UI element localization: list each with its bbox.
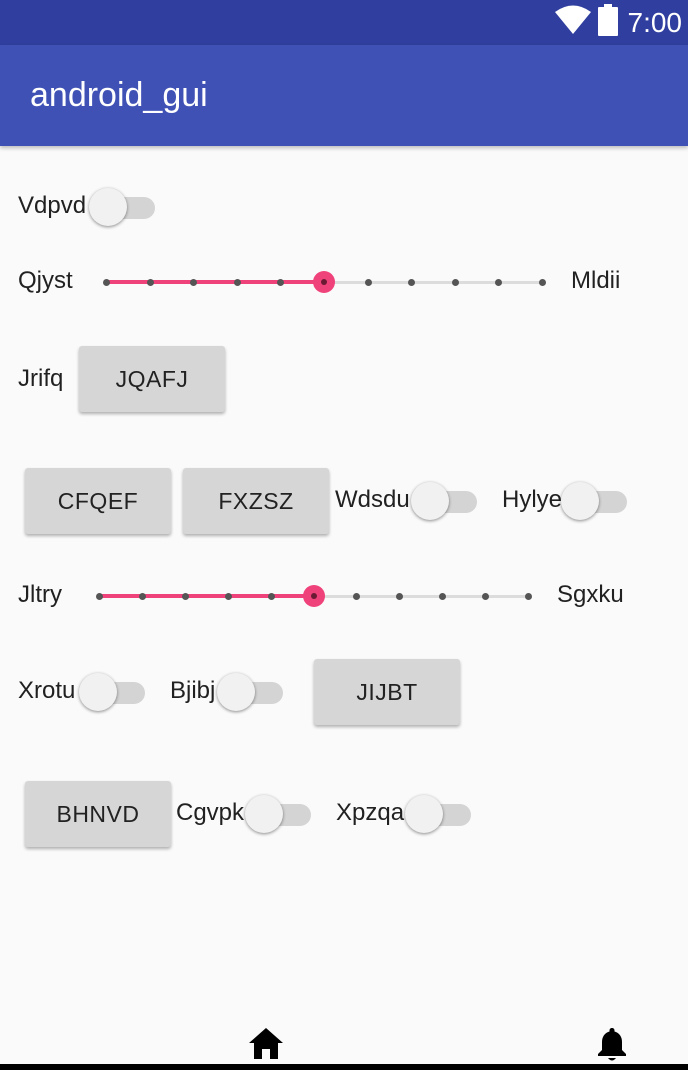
switch-thumb <box>79 673 117 711</box>
slider-fill <box>99 594 314 598</box>
slider-tick <box>482 593 490 600</box>
slider-tick <box>364 279 372 286</box>
jqafj-button[interactable]: JQAFJ <box>79 346 225 412</box>
jltry-slider[interactable] <box>96 576 532 616</box>
cgvpk-switch[interactable] <box>245 794 313 834</box>
fxzsz-button[interactable]: FXZSZ <box>183 468 329 534</box>
bhnvd-button[interactable]: BHNVD <box>25 781 171 847</box>
slider-tick <box>190 279 198 286</box>
jijbt-button[interactable]: JIJBT <box>314 659 460 725</box>
bottom-nav <box>0 1018 688 1070</box>
bjibj-label: Bjibj <box>170 677 216 704</box>
slider-tick <box>451 279 459 286</box>
vdpvd-label: Vdpvd <box>18 192 87 219</box>
slider-thumb[interactable] <box>302 585 325 607</box>
mldii-label: Mldii <box>571 267 621 294</box>
slider-tick <box>353 593 361 600</box>
slider-thumb-dot <box>310 593 317 599</box>
switch-thumb <box>245 795 283 833</box>
slider-tick <box>146 279 154 286</box>
slider-tick <box>96 593 103 600</box>
slider-thumb[interactable] <box>313 271 335 293</box>
switch-thumb <box>217 673 255 711</box>
slider-tick <box>233 279 241 286</box>
wifi-icon <box>554 5 592 40</box>
slider-thumb-dot <box>321 279 327 285</box>
slider-tick <box>267 593 275 600</box>
slider-tick <box>495 279 503 286</box>
switch-thumb <box>89 188 127 226</box>
wdsdu-switch[interactable] <box>411 481 479 521</box>
xrotu-label: Xrotu <box>18 677 76 704</box>
slider-tick <box>396 593 404 600</box>
status-icons: 7:00 <box>554 0 683 45</box>
home-icon[interactable] <box>248 1026 284 1065</box>
hylye-switch[interactable] <box>561 481 629 521</box>
xpzqa-switch[interactable] <box>405 794 473 834</box>
cfqef-button[interactable]: CFQEF <box>25 468 171 534</box>
app-title: android_gui <box>30 76 208 114</box>
slider-tick <box>539 279 546 286</box>
slider-tick <box>138 593 146 600</box>
cgvpk-label: Cgvpk <box>176 799 245 826</box>
app-bar: android_gui <box>0 45 688 146</box>
jrifq-label: Jrifq <box>18 365 64 392</box>
slider-fill <box>106 280 324 284</box>
slider-tick <box>181 593 189 600</box>
switch-thumb <box>411 482 449 520</box>
xpzqa-label: Xpzqa <box>336 799 405 826</box>
xrotu-switch[interactable] <box>79 672 147 712</box>
slider-tick <box>277 279 285 286</box>
slider-tick <box>439 593 447 600</box>
switch-thumb <box>405 795 443 833</box>
slider-tick <box>525 593 532 600</box>
status-bar: 7:00 <box>0 0 688 45</box>
battery-icon <box>597 4 618 41</box>
hylye-label: Hylye <box>502 486 563 513</box>
switch-thumb <box>561 482 599 520</box>
qjyst-label: Qjyst <box>18 267 73 294</box>
slider-tick <box>103 279 110 286</box>
system-nav-bar <box>0 1064 688 1070</box>
bjibj-switch[interactable] <box>217 672 285 712</box>
slider-tick <box>408 279 416 286</box>
sgxku-label: Sgxku <box>557 581 624 608</box>
qjyst-slider[interactable] <box>103 262 546 302</box>
wdsdu-label: Wdsdu <box>335 486 410 513</box>
vdpvd-switch[interactable] <box>89 187 157 227</box>
jltry-label: Jltry <box>18 581 62 608</box>
slider-tick <box>224 593 232 600</box>
bell-icon[interactable] <box>596 1026 628 1067</box>
status-time: 7:00 <box>627 6 683 38</box>
